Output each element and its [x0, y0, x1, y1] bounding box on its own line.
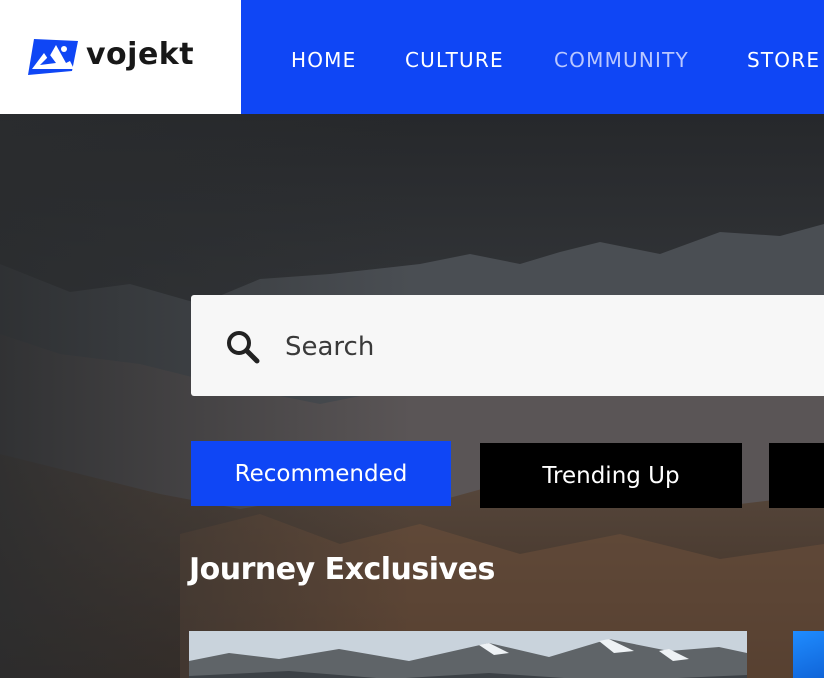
- page: vojekt HOME CULTURE COMMUNITY STORE Sear…: [0, 0, 824, 678]
- filter-trending-up-button[interactable]: Trending Up: [480, 443, 742, 508]
- filter-recommended-button[interactable]: Recommended: [191, 441, 451, 506]
- nav-home[interactable]: HOME: [291, 0, 356, 114]
- journey-card[interactable]: [189, 631, 747, 678]
- mountain-landscape-image: [0, 114, 824, 678]
- logo[interactable]: vojekt: [0, 0, 241, 114]
- nav-store[interactable]: STORE: [747, 0, 820, 114]
- journey-card[interactable]: [793, 631, 824, 678]
- hero-background: [0, 114, 824, 678]
- search-bar[interactable]: [191, 295, 824, 396]
- logo-text: vojekt: [86, 37, 195, 72]
- section-title: Journey Exclusives: [189, 552, 495, 587]
- nav-culture[interactable]: CULTURE: [405, 0, 504, 114]
- vojekt-logo-icon: [28, 39, 78, 75]
- filter-next-button[interactable]: [769, 443, 824, 508]
- top-nav-bar: vojekt HOME CULTURE COMMUNITY STORE: [0, 0, 824, 114]
- nav-community[interactable]: COMMUNITY: [554, 0, 689, 114]
- search-icon[interactable]: [224, 329, 264, 365]
- card-thumbnail-image: [189, 631, 747, 678]
- search-input[interactable]: [283, 325, 787, 369]
